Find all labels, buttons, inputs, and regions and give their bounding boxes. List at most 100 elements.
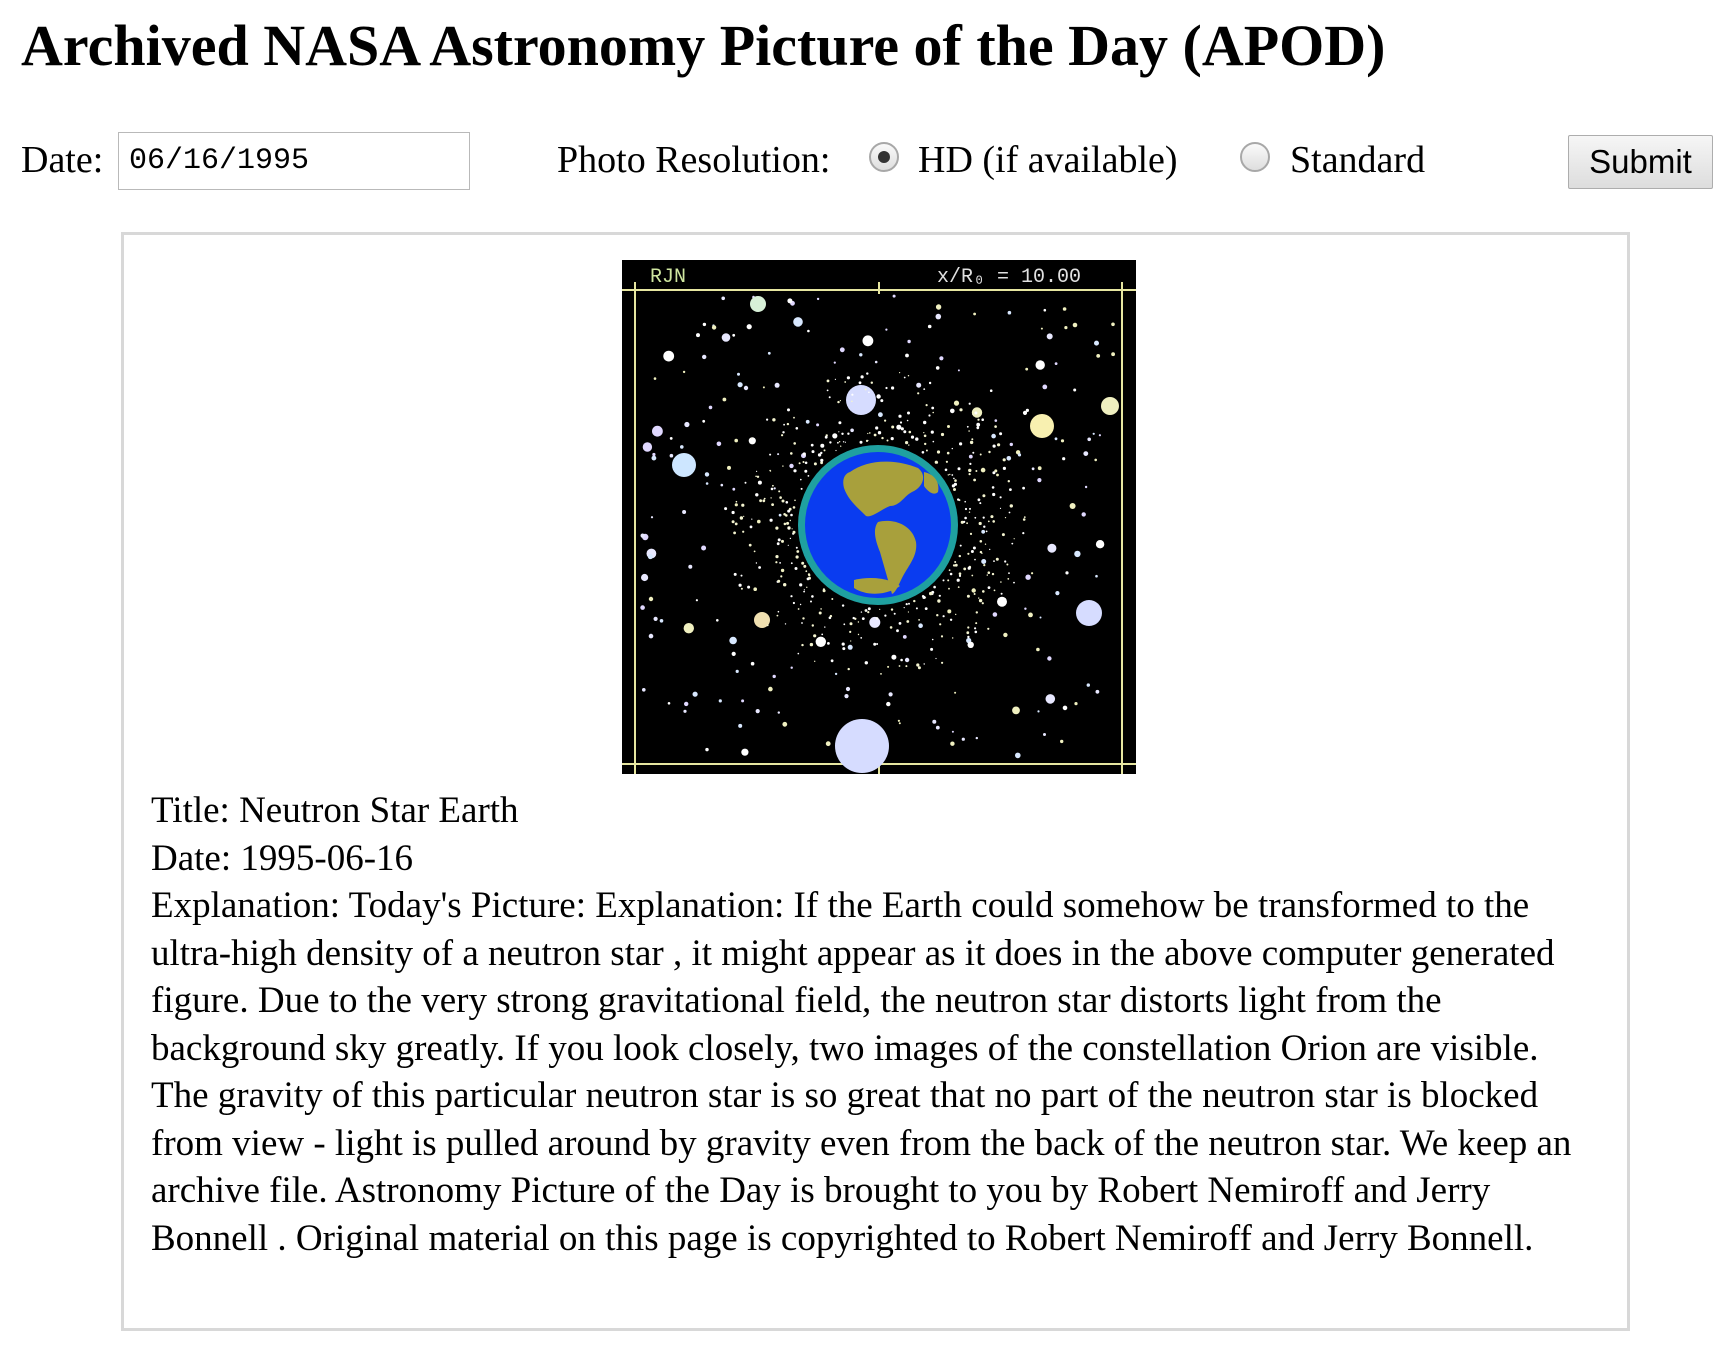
star-dot [950,408,955,414]
star-dot [992,612,998,617]
standard-radio[interactable] [1240,142,1270,172]
hd-radio-label[interactable]: HD (if available) [918,138,1178,182]
star-dot [732,333,736,337]
star-dot [684,701,689,707]
lensed-star-dot [782,431,785,434]
star-dot [640,605,645,610]
lensed-star-dot [881,436,884,440]
lensed-star-dot [981,602,984,605]
standard-radio-label[interactable]: Standard [1290,138,1425,182]
lensed-star-dot [786,521,790,525]
lensed-star-dot [1008,511,1011,514]
lensed-star-dot [959,408,963,412]
star-dot [961,737,965,741]
star-dot [1003,632,1008,638]
lensed-star-dot [733,531,736,535]
lensed-star-dot [785,501,789,504]
submit-button[interactable]: Submit [1568,135,1713,189]
star-dot [684,421,690,428]
lensed-star-dot [801,561,805,565]
lensed-star-dot [991,515,994,518]
lensed-star-dot [937,599,941,603]
star-dot [983,564,986,567]
lensed-star-dot [930,647,934,651]
lensed-star-dot [947,579,950,582]
lensed-star-dot [1002,466,1006,470]
lensed-star-dot [731,520,735,524]
lensed-star-dot [979,502,982,505]
lensed-star-dot [783,513,786,516]
lensed-star-dot [940,635,944,638]
date-input[interactable]: 06/16/1995 [118,132,470,190]
lensed-star-dot [858,381,862,385]
lensed-star-dot [772,418,776,422]
star-dot [708,405,713,410]
star-dot [935,725,940,730]
star-dot [1081,512,1086,517]
lensed-star-dot [907,411,910,415]
lensed-star-dot [984,543,987,545]
star-dot [904,657,910,663]
lensed-star-dot [974,516,977,519]
lensed-star-dot [936,450,941,454]
hd-radio[interactable] [869,142,899,172]
star-dot [1054,437,1058,441]
lensed-star-dot [939,623,942,626]
lensed-star-dot [967,566,971,570]
star-dot [876,394,881,399]
lensed-star-dot [780,575,783,578]
lensed-star-dot [906,620,910,623]
lensed-star-dot [781,434,784,437]
star-dot [757,519,761,524]
star-dot [743,385,749,391]
lensed-star-dot [847,667,850,671]
star-dot [650,516,654,519]
lensed-star-dot [857,621,860,623]
lensed-star-dot [864,388,867,391]
star-dot [981,529,986,534]
lensed-star-dot [756,470,758,472]
lensed-star-dot [875,426,879,430]
lensed-star-dot [876,643,879,645]
lensed-star-dot [954,479,957,482]
star-dot [1040,327,1043,330]
lensed-star-dot [828,396,831,399]
star-dot [976,422,981,427]
lensed-star-dot [975,622,978,625]
star-dot [1031,467,1035,471]
star-dot [1045,694,1056,704]
star-dot [892,294,896,298]
lensed-star-dot [992,492,996,497]
lensed-star-dot [903,607,905,609]
star-dot [859,353,863,357]
star-dot [767,351,771,355]
lensed-star-dot [907,611,909,613]
star-dot [653,377,657,380]
star-dot [648,633,654,639]
star-dot [648,596,654,602]
star-dot [780,568,785,573]
lensed-star-dot [795,427,799,430]
star-dot [997,596,1007,607]
image-scale-text: x/R₀ = 10.00 [937,266,1081,289]
star-dot [729,636,737,645]
bright-star [835,719,889,773]
star-dot [772,674,776,679]
lensed-star-dot [929,591,933,596]
lensed-star-dot [936,614,939,617]
lensed-star-dot [860,637,863,639]
star-dot [1055,591,1060,596]
star-dot [1062,705,1068,711]
lensed-star-dot [781,539,784,543]
lensed-star-dot [766,624,769,627]
lensed-star-dot [776,542,780,546]
lensed-star-dot [869,432,871,434]
star-dot [1012,706,1020,715]
lensed-star-dot [838,431,840,433]
lensed-star-dot [810,443,814,447]
star-dot [1084,485,1088,489]
star-dot [975,736,978,740]
star-dot [640,533,645,538]
lensed-star-dot [955,613,957,616]
star-dot [1069,503,1076,509]
